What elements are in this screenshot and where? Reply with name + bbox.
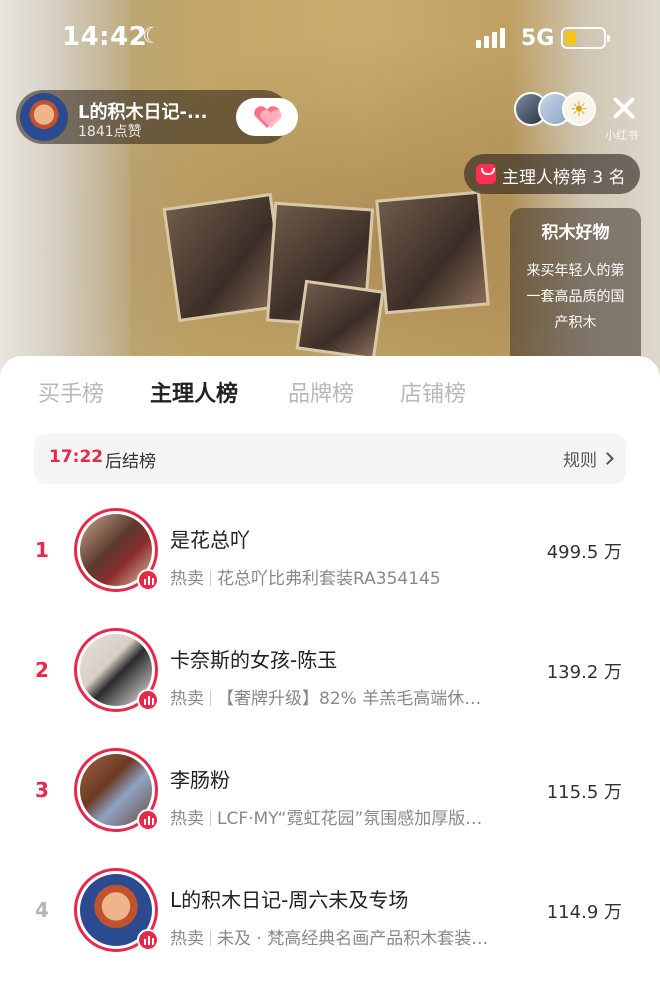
- tab-brand-rank[interactable]: 品牌榜: [288, 376, 354, 408]
- status-time: 14:42: [62, 22, 148, 52]
- score: 115.5 万: [546, 782, 622, 803]
- host-name: 卡奈斯的女孩-陈玉: [170, 648, 338, 672]
- follow-button[interactable]: [236, 98, 298, 136]
- rules-link[interactable]: 规则: [563, 446, 614, 471]
- chevron-right-icon: [601, 452, 614, 465]
- live-icon: [137, 929, 159, 951]
- viewer-avatars[interactable]: ☀: [514, 92, 600, 126]
- ranking-row[interactable]: 3 李肠粉 热卖 LCF·MY“霓虹花园”氛围感加厚版… 115.5 万: [0, 748, 660, 868]
- promo-card[interactable]: 积木好物 来买年轻人的第 一套高品质的国 产积木: [510, 208, 641, 360]
- host-name: L的积木日记-周六未及专场: [170, 888, 409, 912]
- wall-photo: [295, 279, 385, 361]
- host-name: 是花总吖: [170, 528, 250, 552]
- rank-number: 4: [35, 898, 49, 922]
- promo-text-line: 产积木: [554, 315, 597, 331]
- promo-text-line: 来买年轻人的第: [526, 263, 625, 279]
- tab-host-rank[interactable]: 主理人榜: [150, 376, 238, 408]
- hot-product: 热卖 【奢牌升级】82% 羊羔毛高端休…: [170, 689, 482, 709]
- host-info[interactable]: L的积木日记-... 1841点赞: [16, 90, 298, 144]
- avatar[interactable]: [74, 748, 159, 832]
- sun-icon[interactable]: ☀: [562, 92, 596, 126]
- hot-product: 热卖 花总吖比弗利套装RA354145: [170, 569, 441, 589]
- live-icon: [137, 569, 159, 591]
- ranking-row[interactable]: 1 是花总吖 热卖 花总吖比弗利套装RA354145 499.5 万: [0, 508, 660, 628]
- host-rank-badge[interactable]: 主理人榜第 3 名: [464, 154, 640, 194]
- live-icon: [137, 689, 159, 711]
- rank-number: 3: [35, 778, 49, 802]
- avatar[interactable]: [74, 508, 159, 592]
- countdown-bar: 17:22 后结榜 规则: [34, 434, 626, 484]
- tab-buyer-rank[interactable]: 买手榜: [38, 376, 104, 408]
- host-avatar[interactable]: [20, 93, 68, 141]
- score: 139.2 万: [546, 662, 622, 683]
- ranking-row[interactable]: 4 L的积木日记-周六未及专场 热卖 未及 · 梵高经典名画产品积木套装… 114…: [0, 868, 660, 984]
- ranking-row[interactable]: 2 卡奈斯的女孩-陈玉 热卖 【奢牌升级】82% 羊羔毛高端休… 139.2 万: [0, 628, 660, 748]
- live-icon: [137, 809, 159, 831]
- network-type: 5G: [521, 26, 555, 51]
- hot-product: 热卖 未及 · 梵高经典名画产品积木套装…: [170, 929, 489, 949]
- status-bar: 14:42 ☾ 5G: [0, 0, 660, 78]
- moon-icon: ☾: [142, 24, 162, 49]
- wall-photo: [375, 190, 490, 315]
- countdown-label: 后结榜: [105, 452, 156, 472]
- score: 499.5 万: [546, 542, 622, 563]
- rank-number: 1: [35, 538, 49, 562]
- ranking-sheet: 买手榜 主理人榜 品牌榜 店铺榜 17:22 后结榜 规则 1 是花总吖 热卖花…: [0, 356, 660, 984]
- heart-plus-icon: [254, 106, 282, 128]
- ranking-tabs: 买手榜 主理人榜 品牌榜 店铺榜: [0, 370, 660, 420]
- close-icon[interactable]: [608, 92, 640, 124]
- promo-text-line: 一套高品质的国: [526, 289, 625, 305]
- avatar[interactable]: [74, 628, 159, 712]
- promo-title: 积木好物: [541, 223, 610, 243]
- host-name: 李肠粉: [170, 768, 230, 792]
- signal-icon: [476, 28, 505, 48]
- shopping-bag-icon: [476, 164, 496, 184]
- score: 114.9 万: [546, 902, 622, 923]
- rank-number: 2: [35, 658, 49, 682]
- host-likes: 1841点赞: [78, 124, 142, 140]
- rank-badge-label: 主理人榜第 3 名: [502, 168, 626, 188]
- avatar[interactable]: [74, 868, 159, 952]
- countdown-time: 17:22: [49, 447, 104, 467]
- tab-store-rank[interactable]: 店铺榜: [400, 376, 466, 408]
- battery-icon: [561, 27, 610, 49]
- hot-product: 热卖 LCF·MY“霓虹花园”氛围感加厚版…: [170, 809, 483, 829]
- rules-label: 规则: [563, 451, 597, 471]
- watermark: 小红书: [605, 129, 638, 142]
